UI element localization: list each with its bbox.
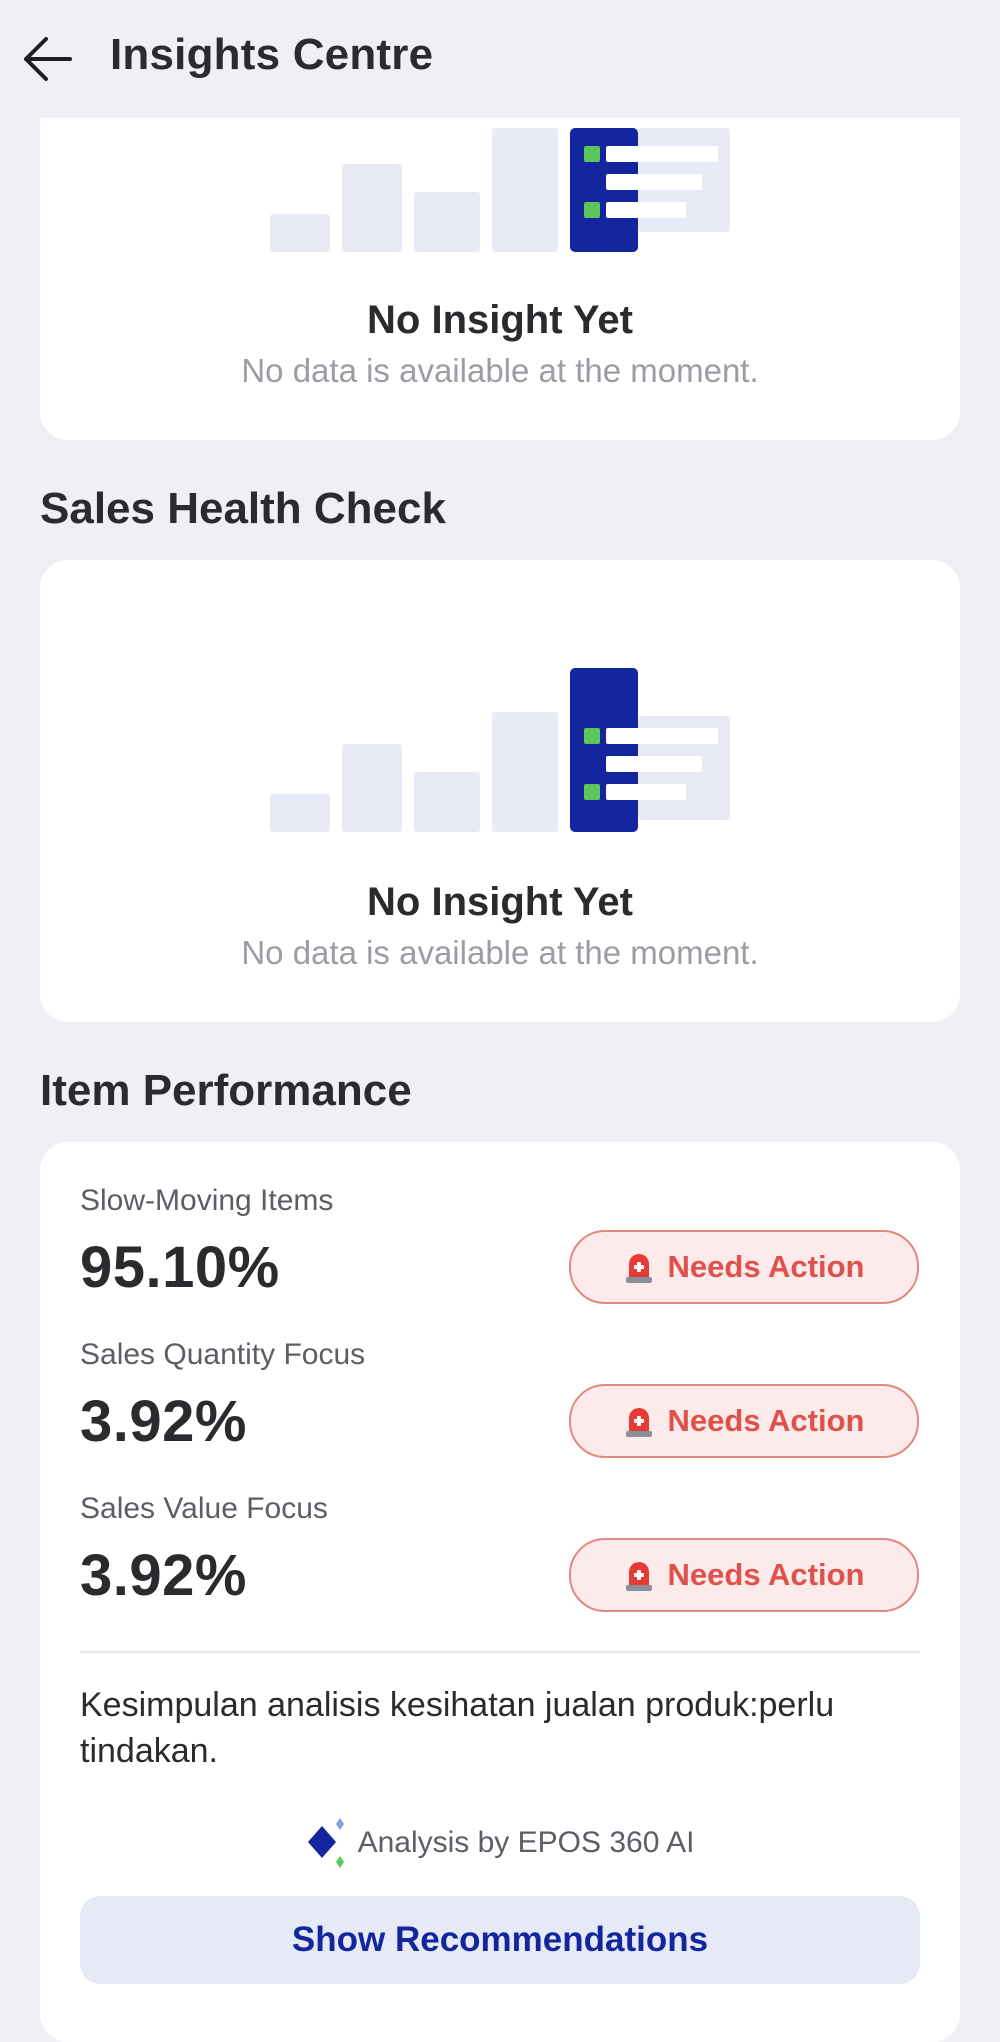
empty-state-title: No Insight Yet [367,880,633,924]
section-title-sales-health: Sales Health Check [40,484,446,533]
status-badge-label: Needs Action [667,1557,865,1592]
status-badge-slow-moving[interactable]: Needs Action [569,1230,919,1304]
attribution-text: Analysis by EPOS 360 AI [357,1826,695,1859]
app-header: Insights Centre [0,0,1000,118]
show-recommendations-button[interactable]: Show Recommendations [80,1896,920,1984]
status-badge-label: Needs Action [667,1249,865,1284]
status-badge-label: Needs Action [667,1403,865,1438]
arrow-left-icon [24,37,72,81]
page-title: Insights Centre [110,30,434,79]
no-insight-illustration [270,128,730,252]
status-badge-sales-quantity[interactable]: Needs Action [569,1384,919,1458]
ai-attribution: Analysis by EPOS 360 AI [40,1818,960,1868]
metric-label-sales-value: Sales Value Focus [80,1492,328,1525]
back-button[interactable] [22,36,74,82]
empty-state-subtitle: No data is available at the moment. [241,934,759,971]
epos-ai-logo-icon [307,1818,344,1868]
metric-value-sales-quantity: 3.92% [80,1389,247,1454]
metric-label-slow-moving: Slow-Moving Items [80,1184,334,1217]
siren-icon [625,1562,652,1591]
status-badge-sales-value[interactable]: Needs Action [569,1538,919,1612]
divider [80,1651,920,1653]
siren-icon [625,1408,652,1437]
section-title-item-performance: Item Performance [40,1066,412,1115]
sales-health-card: No Insight Yet No data is available at t… [40,560,960,1022]
empty-state-title: No Insight Yet [367,298,633,342]
no-insight-illustration [270,668,730,832]
metric-label-sales-quantity: Sales Quantity Focus [80,1338,366,1371]
item-performance-card: Slow-Moving Items 95.10% Needs Action Sa… [40,1142,960,2042]
analysis-conclusion: Kesimpulan analisis kesihatan jualan pro… [80,1686,835,1770]
metric-value-sales-value: 3.92% [80,1543,247,1608]
metric-value-slow-moving: 95.10% [80,1235,280,1300]
insight-card-top: No Insight Yet No data is available at t… [40,90,960,440]
empty-state-subtitle: No data is available at the moment. [241,352,759,389]
siren-icon [625,1254,652,1283]
